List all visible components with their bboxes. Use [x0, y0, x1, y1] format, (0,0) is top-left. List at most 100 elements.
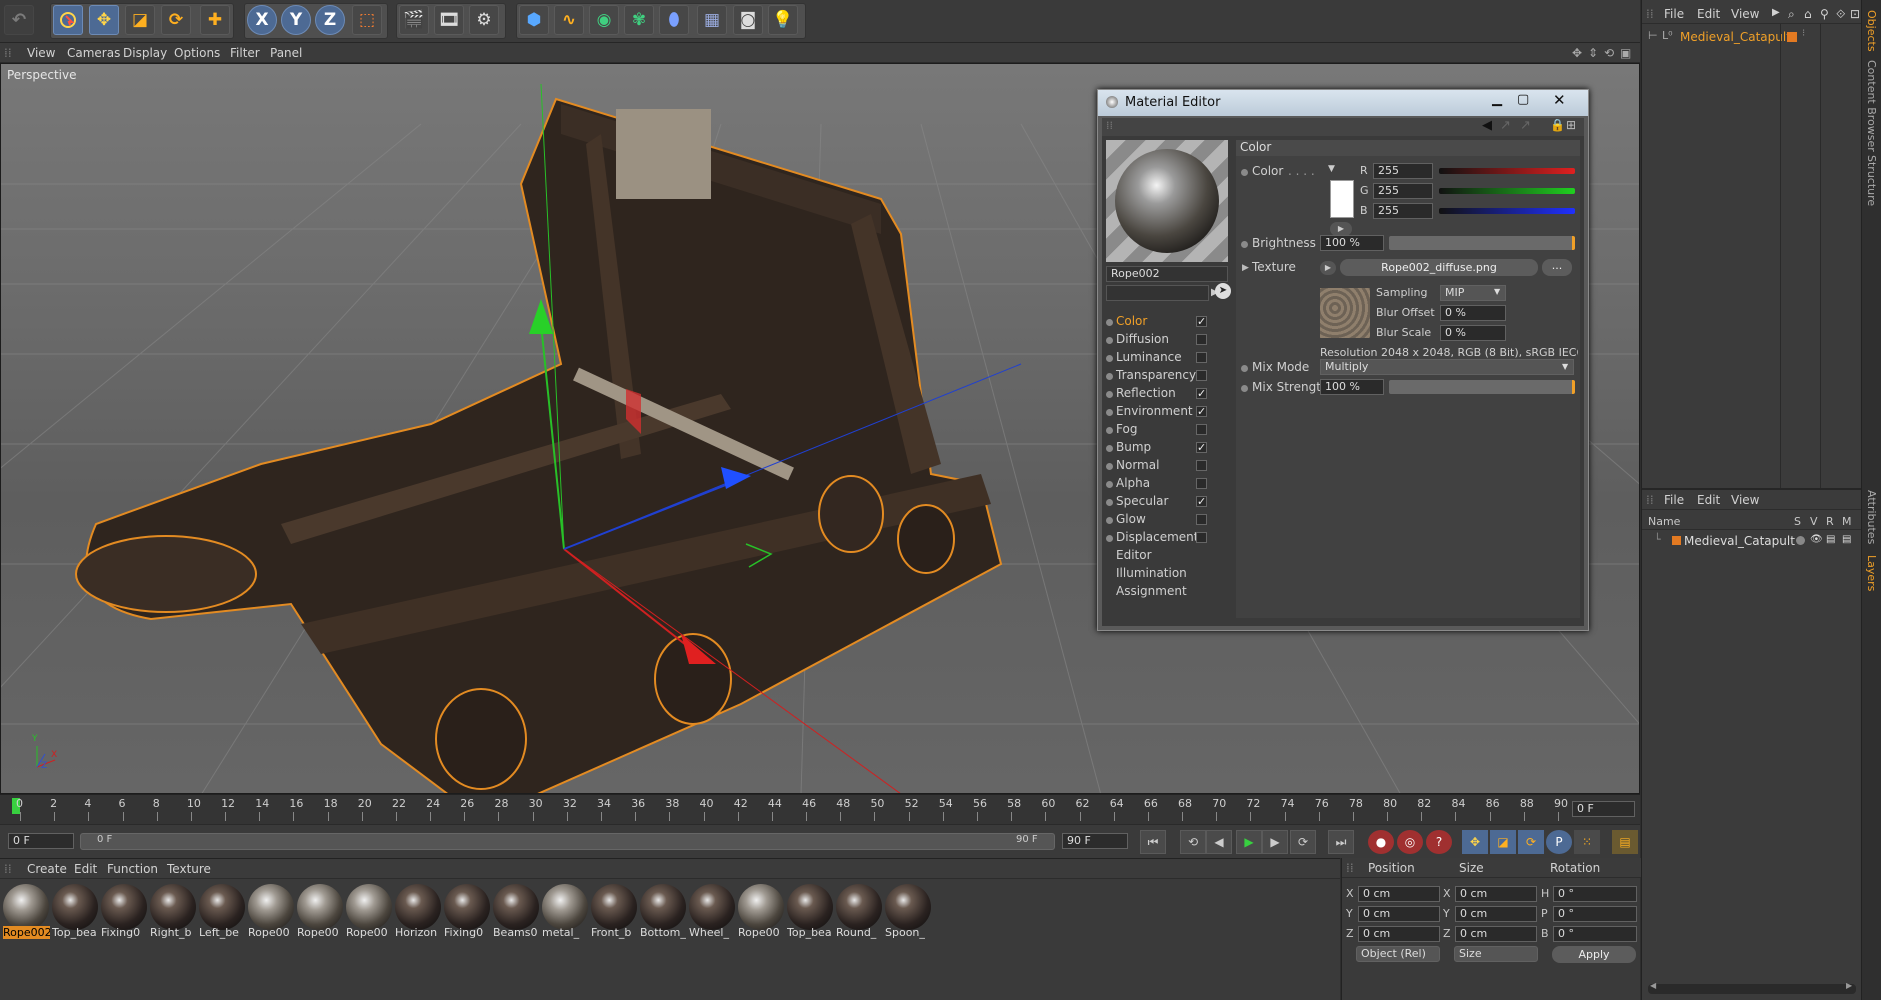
viewport-zoom-icon[interactable]: ⇕: [1588, 46, 1598, 60]
material-swatch[interactable]: [3, 884, 49, 930]
blur-scale-field[interactable]: 0 %: [1440, 325, 1506, 341]
color-picker-toggle-icon[interactable]: ▶: [1330, 222, 1352, 236]
material-name[interactable]: Rope002: [3, 926, 50, 939]
r-slider[interactable]: [1439, 168, 1575, 174]
material-swatch[interactable]: [297, 884, 343, 930]
object-name[interactable]: Medieval_Catapult: [1680, 30, 1791, 44]
layer-color-icon[interactable]: [1672, 536, 1681, 545]
material-preview[interactable]: [1106, 140, 1228, 262]
channel-glow[interactable]: Glow: [1116, 512, 1146, 526]
nurbs-icon[interactable]: ◉: [589, 5, 619, 35]
channel-fog-checkbox[interactable]: [1196, 424, 1207, 435]
menu-view[interactable]: View: [1731, 493, 1759, 507]
close-icon[interactable]: ✕: [1553, 91, 1566, 109]
render-view-icon[interactable]: 🎬: [399, 5, 429, 35]
size-mode-dropdown[interactable]: Size: [1454, 946, 1538, 962]
mix-mode-dropdown[interactable]: Multiply: [1320, 359, 1574, 375]
material-swatch[interactable]: [836, 884, 882, 930]
channel-reflection[interactable]: Reflection: [1116, 386, 1176, 400]
position-field[interactable]: 0 cm: [1358, 906, 1440, 922]
position-field[interactable]: 0 cm: [1358, 886, 1440, 902]
scale-tool-icon[interactable]: ◪: [125, 5, 155, 35]
scroll-right-icon[interactable]: ▶: [1846, 981, 1852, 990]
start-frame-field[interactable]: 0 F: [8, 833, 74, 849]
animate-dot-icon[interactable]: [1241, 385, 1248, 392]
rotation-field[interactable]: 0 °: [1553, 926, 1637, 942]
column-r[interactable]: R: [1826, 515, 1834, 528]
brightness-slider[interactable]: [1389, 236, 1575, 250]
axis-x-button[interactable]: X: [247, 5, 277, 35]
rotate-tool-icon[interactable]: ⟳: [161, 5, 191, 35]
channel-alpha[interactable]: Alpha: [1116, 476, 1150, 490]
brightness-field[interactable]: 100 %: [1320, 235, 1384, 251]
channel-bump-checkbox[interactable]: ✓: [1196, 442, 1207, 453]
array-icon[interactable]: ✾: [624, 5, 654, 35]
timeline-settings-icon[interactable]: ▤: [1612, 830, 1638, 854]
size-field[interactable]: 0 cm: [1455, 926, 1537, 942]
material-name[interactable]: Fixing0: [444, 926, 491, 939]
manager-icon[interactable]: ▤: [1842, 534, 1851, 545]
auto-key-icon[interactable]: ◎: [1397, 830, 1423, 854]
viewport-move-icon[interactable]: ✥: [1572, 46, 1582, 60]
keyframe-help-icon[interactable]: ?: [1426, 830, 1452, 854]
play-icon[interactable]: ▶: [1236, 830, 1262, 854]
preview-range-slider[interactable]: 0 F 90 F: [80, 833, 1055, 850]
cube-icon[interactable]: ⬢: [519, 5, 549, 35]
material-swatch[interactable]: [199, 884, 245, 930]
channel-bump[interactable]: Bump: [1116, 440, 1151, 454]
channel-displacement[interactable]: Displacement: [1116, 530, 1199, 544]
material-name[interactable]: Rope00: [738, 926, 785, 939]
material-name[interactable]: Rope00: [346, 926, 393, 939]
filter-icon[interactable]: ⟐: [1836, 7, 1845, 22]
texture-file-button[interactable]: Rope002_diffuse.png: [1340, 259, 1538, 276]
channel-glow-checkbox[interactable]: [1196, 514, 1207, 525]
material-name[interactable]: Round_: [836, 926, 883, 939]
material-name[interactable]: Top_bea: [787, 926, 834, 939]
material-name[interactable]: Left_be: [199, 926, 246, 939]
axis-z-button[interactable]: Z: [315, 5, 345, 35]
select-tool-icon[interactable]: [53, 5, 83, 35]
material-name[interactable]: Rope00: [248, 926, 295, 939]
channel-reflection-checkbox[interactable]: ✓: [1196, 388, 1207, 399]
material-swatch[interactable]: [591, 884, 637, 930]
search-icon[interactable]: ⌕: [1788, 7, 1795, 22]
key-scale-icon[interactable]: ◪: [1490, 830, 1516, 854]
render-picture-viewer-icon[interactable]: 🎞: [434, 5, 464, 35]
menu-texture[interactable]: Texture: [167, 862, 211, 876]
texture-menu-icon[interactable]: ▶: [1320, 261, 1336, 275]
material-swatch[interactable]: [738, 884, 784, 930]
menu-view[interactable]: View: [1731, 7, 1759, 21]
color-expand-icon[interactable]: ▼: [1328, 164, 1335, 174]
menu-function[interactable]: Function: [107, 862, 158, 876]
material-swatch[interactable]: [346, 884, 392, 930]
blur-offset-field[interactable]: 0 %: [1440, 305, 1506, 321]
tab-layers[interactable]: Layers: [1865, 555, 1878, 591]
material-swatch[interactable]: [689, 884, 735, 930]
key-position-icon[interactable]: ✥: [1462, 830, 1488, 854]
menu-cameras[interactable]: Cameras: [67, 46, 120, 60]
floor-icon[interactable]: ▦: [697, 5, 727, 35]
texture-thumbnail[interactable]: [1320, 288, 1370, 338]
channel-environment[interactable]: Environment: [1116, 404, 1193, 418]
tab-objects[interactable]: Objects: [1865, 10, 1878, 52]
go-to-start-icon[interactable]: ⏮: [1140, 830, 1166, 854]
move-tool-icon[interactable]: ✥: [89, 5, 119, 35]
menu-options[interactable]: Options: [174, 46, 220, 60]
texture-expand-icon[interactable]: ▶: [1242, 263, 1249, 273]
material-name[interactable]: metal_: [542, 926, 589, 939]
material-name[interactable]: Rope00: [297, 926, 344, 939]
channel-filter-field[interactable]: [1106, 285, 1209, 301]
spline-icon[interactable]: ∿: [554, 5, 584, 35]
menu-edit[interactable]: Edit: [1697, 7, 1720, 21]
channel-normal-checkbox[interactable]: [1196, 460, 1207, 471]
minimize-icon[interactable]: ▁: [1492, 92, 1502, 107]
add-object-icon[interactable]: ✚: [200, 5, 230, 35]
drag-handle-icon[interactable]: ⁞⁞: [1646, 493, 1654, 507]
layer-color-icon[interactable]: [1787, 32, 1797, 42]
material-name[interactable]: Horizon: [395, 926, 442, 939]
key-pla-icon[interactable]: ⁙: [1574, 830, 1600, 854]
material-swatch[interactable]: [787, 884, 833, 930]
lock-icon[interactable]: 🔒: [1550, 118, 1565, 132]
axis-y-button[interactable]: Y: [281, 5, 311, 35]
material-editor-titlebar[interactable]: Material Editor ▁ ▢ ✕: [1098, 90, 1588, 116]
